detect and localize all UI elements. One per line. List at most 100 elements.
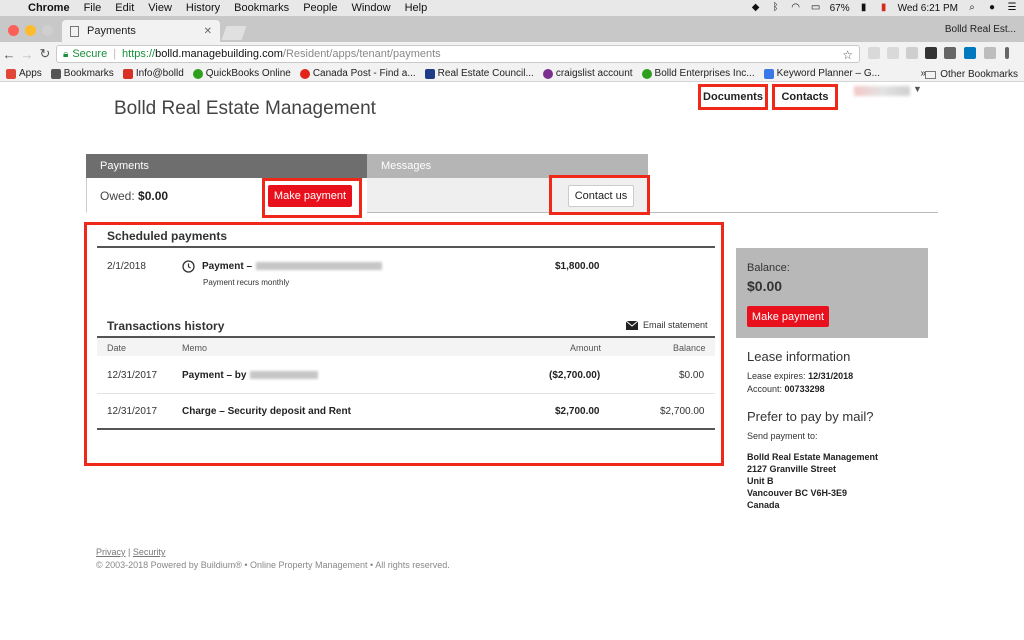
owed-summary: Owed: $0.00 [100,189,169,203]
menu-bookmarks[interactable]: Bookmarks [234,2,289,14]
bookmark-bookmarks[interactable]: Bookmarks [50,68,114,79]
bookmark-keyword-planner[interactable]: Keyword Planner – G... [763,68,880,79]
bookmark-gmail[interactable]: Info@bolld [122,68,184,79]
extension-icon[interactable] [984,47,996,59]
dropbox-extension-icon[interactable] [906,47,918,59]
user-menu-caret-icon[interactable]: ▼ [913,84,922,94]
bookmark-craigslist[interactable]: craigslist account [542,68,633,79]
menu-view[interactable]: View [148,2,172,14]
back-icon[interactable]: ← [0,47,18,62]
address-bar[interactable]: 🔒︎ Secure | https:// bolld.managebuildin… [56,45,860,63]
extension-icon[interactable] [887,47,899,59]
mac-menubar: Chrome File Edit View History Bookmarks … [0,0,1024,16]
bookmark-quickbooks[interactable]: QuickBooks Online [192,68,291,79]
email-statement-link[interactable]: Email statement [643,320,708,330]
battery-percent[interactable]: 67% [830,3,850,14]
scheduled-payments-heading: Scheduled payments [107,229,228,243]
menu-help[interactable]: Help [405,2,428,14]
extension-icon[interactable] [868,47,880,59]
url-host: bolld.managebuilding.com [155,48,283,60]
menu-people[interactable]: People [303,2,337,14]
lease-expires: Lease expires: 12/31/2018 [747,371,854,381]
row-amount: $2,700.00 [555,406,600,417]
lease-information-heading: Lease information [747,349,851,364]
col-amount: Amount [570,343,602,353]
divider [97,246,715,248]
copyright: © 2003-2018 Powered by Buildium® • Onlin… [96,560,450,570]
wifi-icon[interactable]: ◠ [790,3,802,13]
bookmark-canada-post[interactable]: Canada Post - Find a... [299,68,416,79]
menubar-status: ◆ ᛒ ◠ ▭ 67% ▮ ▮ Wed 6:21 PM ⌕ ● ☰ [750,0,1018,16]
lock-icon[interactable]: 🔒︎ [63,49,68,60]
balance-value: $0.00 [747,278,783,294]
battery-icon[interactable]: ▮ [858,3,870,13]
close-window-button[interactable] [8,25,19,36]
menu-history[interactable]: History [186,2,220,14]
siri-icon[interactable]: ● [986,3,998,13]
extension-icon[interactable] [944,47,956,59]
envelope-icon[interactable] [626,321,638,330]
menu-app[interactable]: Chrome [28,2,70,14]
url-path: /Resident/apps/tenant/payments [282,48,441,60]
zoom-window-button[interactable] [42,25,53,36]
window-profile-label: Bolld Real Est... [944,24,1016,35]
privacy-link[interactable]: Privacy [96,547,126,557]
clock[interactable]: Wed 6:21 PM [898,3,958,14]
row-date: 12/31/2017 [107,406,158,417]
row-memo: Payment – by [182,370,319,381]
chrome-menu-icon[interactable] [1005,47,1009,59]
footer-links: Privacy | Security [96,547,166,557]
make-payment-button[interactable]: Make payment [268,185,352,207]
browser-tab-payments[interactable]: Payments ✕ [62,20,220,42]
divider [97,393,715,394]
notification-center-icon[interactable]: ☰ [1006,3,1018,13]
balance-label: Balance: [747,262,790,274]
bookmark-star-icon[interactable]: ☆ [842,48,853,62]
canada-post-icon [299,68,310,79]
adwords-icon [763,68,774,79]
forward-icon[interactable]: → [18,47,36,62]
close-tab-icon[interactable]: ✕ [204,26,212,37]
folder-icon [925,70,937,79]
tab-payments[interactable]: Payments [86,154,367,178]
minimize-window-button[interactable] [25,25,36,36]
user-name-redacted[interactable] [854,86,910,96]
send-payment-to: Send payment to: [747,431,818,441]
flag-icon[interactable]: ▮ [878,3,890,13]
page-brand[interactable]: Bolld Real Estate Management [114,98,376,120]
col-date: Date [107,343,127,353]
dropbox-icon[interactable]: ◆ [750,3,762,13]
contacts-link[interactable]: Contacts [772,84,838,110]
page-icon [70,25,79,37]
owed-amount: $0.00 [138,189,169,203]
bookmark-bolld-enterprises[interactable]: Bolld Enterprises Inc... [641,68,755,79]
bookmark-apps[interactable]: Apps [6,68,42,79]
row-date: 12/31/2017 [107,370,158,381]
divider [97,428,715,430]
trello-extension-icon[interactable] [964,47,976,59]
airplay-icon[interactable]: ▭ [810,3,822,13]
new-tab-button[interactable] [221,26,247,40]
account-number: Account: 00733298 [747,384,825,394]
secure-label: Secure [72,48,108,60]
reload-icon[interactable]: ↻ [36,46,54,62]
sidebar-make-payment-button[interactable]: Make payment [747,306,829,327]
menu-window[interactable]: Window [351,2,390,14]
menu-edit[interactable]: Edit [115,2,134,14]
bookmark-real-estate-council[interactable]: Real Estate Council... [424,68,534,79]
security-link[interactable]: Security [133,547,166,557]
col-memo: Memo [182,343,208,353]
spotlight-icon[interactable]: ⌕ [966,3,978,13]
documents-link[interactable]: Documents [698,84,768,110]
scheduled-recurrence: Payment recurs monthly [203,278,290,287]
bluetooth-icon[interactable]: ᛒ [770,3,782,13]
transactions-history-heading: Transactions history [107,319,225,333]
contact-us-button[interactable]: Contact us [568,185,634,207]
url-scheme: https:// [122,48,156,60]
scheduled-amount: $1,800.00 [555,261,600,272]
other-bookmarks[interactable]: Other Bookmarks [925,69,1018,80]
buffer-extension-icon[interactable] [925,47,937,59]
menu-file[interactable]: File [84,2,102,14]
peace-icon [542,68,553,79]
tab-strip: Payments ✕ Bolld Real Est... [0,16,1024,42]
